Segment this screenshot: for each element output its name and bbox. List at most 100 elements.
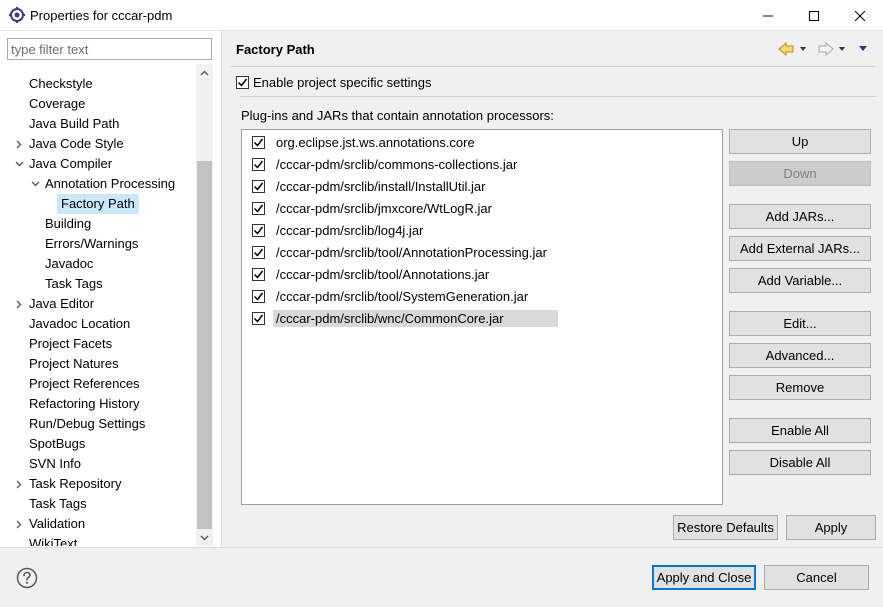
apply-button[interactable]: Apply — [786, 515, 876, 540]
jar-enabled-checkbox[interactable] — [252, 201, 265, 215]
sidebar-item[interactable]: Java Code Style — [0, 134, 196, 154]
tree-scrollbar[interactable] — [196, 64, 213, 546]
sidebar-item[interactable]: Validation — [0, 514, 196, 534]
help-icon[interactable] — [16, 567, 38, 589]
jar-enabled-checkbox[interactable] — [252, 223, 265, 237]
sidebar-item[interactable]: Task Tags — [0, 494, 196, 514]
expanded-chevron-icon[interactable] — [30, 174, 40, 194]
sidebar-item[interactable]: Building — [0, 214, 196, 234]
sidebar-item-label: Project Facets — [29, 336, 113, 351]
sidebar-item-label: Project Natures — [29, 356, 119, 371]
sidebar-item[interactable]: Refactoring History — [0, 394, 196, 414]
jar-list-item[interactable]: /cccar-pdm/srclib/install/InstallUtil.ja… — [252, 175, 489, 197]
apply-and-close-button[interactable]: Apply and Close — [652, 565, 756, 590]
settings-separator — [240, 96, 876, 97]
sidebar-item-label: Javadoc Location — [29, 316, 131, 331]
down-button[interactable]: Down — [729, 161, 871, 186]
jar-list-item[interactable]: /cccar-pdm/srclib/tool/AnnotationProcess… — [252, 241, 550, 263]
restore-defaults-button[interactable]: Restore Defaults — [673, 515, 778, 540]
advanced-button[interactable]: Advanced... — [729, 343, 871, 368]
sidebar-item[interactable]: Task Tags — [0, 274, 196, 294]
add-variable-button[interactable]: Add Variable... — [729, 268, 871, 293]
jar-enabled-checkbox[interactable] — [252, 289, 265, 303]
sidebar-item[interactable]: Errors/Warnings — [0, 234, 196, 254]
enable-project-settings[interactable]: Enable project specific settings — [236, 73, 431, 91]
jar-enabled-checkbox[interactable] — [252, 135, 265, 149]
jar-path: /cccar-pdm/srclib/install/InstallUtil.ja… — [276, 178, 486, 194]
sidebar-item-label: Building — [45, 216, 92, 231]
collapsed-chevron-icon[interactable] — [14, 134, 24, 154]
jar-list-item[interactable]: /cccar-pdm/srclib/wnc/CommonCore.jar — [252, 307, 558, 329]
jar-enabled-checkbox[interactable] — [252, 311, 265, 325]
page-title: Factory Path — [236, 42, 315, 57]
enable-all-button[interactable]: Enable All — [729, 418, 871, 443]
page-navigation — [778, 40, 873, 58]
window-title: Properties for cccar-pdm — [30, 8, 173, 23]
preference-nav-pane: Checkstyle Coverage Java Build Path Java Co… — [0, 31, 222, 547]
disable-all-button[interactable]: Disable All — [729, 450, 871, 475]
view-menu-icon[interactable] — [859, 46, 867, 51]
scroll-thumb[interactable] — [197, 161, 212, 529]
enable-project-settings-checkbox[interactable] — [236, 75, 249, 89]
jar-enabled-checkbox[interactable] — [252, 245, 265, 259]
up-button[interactable]: Up — [729, 129, 871, 154]
forward-arrow-icon[interactable] — [818, 41, 834, 57]
jar-enabled-checkbox[interactable] — [252, 267, 265, 281]
sidebar-item[interactable]: Project References — [0, 374, 196, 394]
title-separator — [231, 66, 875, 67]
jar-list-item[interactable]: /cccar-pdm/srclib/tool/Annotations.jar — [252, 263, 492, 285]
forward-menu-chevron-icon[interactable] — [839, 47, 845, 51]
add-external-jars-button[interactable]: Add External JARs... — [729, 236, 871, 261]
sidebar-item[interactable]: Task Repository — [0, 474, 196, 494]
sidebar-item[interactable]: SpotBugs — [0, 434, 196, 454]
sidebar-item[interactable]: Factory Path — [0, 194, 196, 214]
jar-list[interactable]: org.eclipse.jst.ws.annotations.core/ccca… — [241, 129, 723, 505]
minimize-button[interactable] — [745, 0, 791, 31]
sidebar-item[interactable]: Java Compiler — [0, 154, 196, 174]
back-arrow-icon[interactable] — [778, 41, 794, 57]
filter-input[interactable] — [7, 38, 212, 60]
expanded-chevron-icon[interactable] — [14, 154, 24, 174]
sidebar-item[interactable]: Javadoc Location — [0, 314, 196, 334]
jar-list-item[interactable]: /cccar-pdm/srclib/jmxcore/WtLogR.jar — [252, 197, 495, 219]
jar-list-item[interactable]: org.eclipse.jst.ws.annotations.core — [252, 131, 478, 153]
cancel-button[interactable]: Cancel — [764, 565, 869, 590]
collapsed-chevron-icon[interactable] — [14, 474, 24, 494]
jar-path: /cccar-pdm/srclib/tool/SystemGeneration.… — [276, 288, 529, 304]
sidebar-item-label: Task Tags — [29, 496, 87, 511]
sidebar-item[interactable]: SVN Info — [0, 454, 196, 474]
sidebar-item[interactable]: Annotation Processing — [0, 174, 196, 194]
sidebar-item[interactable]: Java Build Path — [0, 114, 196, 134]
sidebar-item[interactable]: Javadoc — [0, 254, 196, 274]
close-button[interactable] — [837, 0, 883, 31]
collapsed-chevron-icon[interactable] — [14, 294, 24, 314]
title-bar: Properties for cccar-pdm — [0, 0, 883, 31]
sidebar-item-label: Java Build Path — [29, 116, 120, 131]
maximize-button[interactable] — [791, 0, 837, 31]
edit-button[interactable]: Edit... — [729, 311, 871, 336]
jar-list-item[interactable]: /cccar-pdm/srclib/log4j.jar — [252, 219, 426, 241]
eclipse-gear-icon — [9, 7, 25, 23]
sidebar-item-label: Factory Path — [57, 194, 139, 214]
back-menu-chevron-icon[interactable] — [800, 47, 806, 51]
jar-list-item[interactable]: /cccar-pdm/srclib/tool/SystemGeneration.… — [252, 285, 531, 307]
jar-enabled-checkbox[interactable] — [252, 157, 265, 171]
sidebar-item[interactable]: Project Natures — [0, 354, 196, 374]
scroll-up-arrow-icon[interactable] — [196, 64, 213, 81]
sidebar-item[interactable]: Run/Debug Settings — [0, 414, 196, 434]
sidebar-item-label: Java Compiler — [29, 156, 113, 171]
collapsed-chevron-icon[interactable] — [14, 514, 24, 534]
sidebar-item[interactable]: WikiText — [0, 534, 196, 546]
scroll-down-arrow-icon[interactable] — [196, 529, 213, 546]
sidebar-item-label: Java Editor — [29, 296, 95, 311]
jar-list-item[interactable]: /cccar-pdm/srclib/commons-collections.ja… — [252, 153, 520, 175]
remove-button[interactable]: Remove — [729, 375, 871, 400]
sidebar-item[interactable]: Checkstyle — [0, 74, 196, 94]
sidebar-item[interactable]: Project Facets — [0, 334, 196, 354]
jar-enabled-checkbox[interactable] — [252, 179, 265, 193]
jar-path: /cccar-pdm/srclib/jmxcore/WtLogR.jar — [276, 200, 492, 216]
sidebar-item[interactable]: Coverage — [0, 94, 196, 114]
sidebar-item[interactable]: Java Editor — [0, 294, 196, 314]
add-jars-button[interactable]: Add JARs... — [729, 204, 871, 229]
sidebar-item-label: Java Code Style — [29, 136, 124, 151]
